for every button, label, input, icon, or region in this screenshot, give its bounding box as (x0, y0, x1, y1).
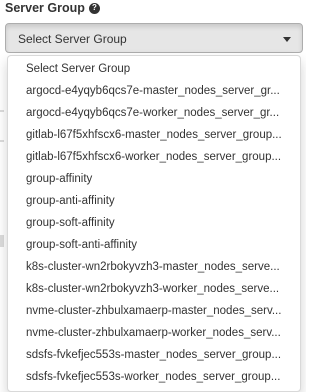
dropdown-option[interactable]: group-anti-affinity (8, 190, 300, 212)
background-divider (0, 110, 4, 112)
server-group-label: Server Group ? (5, 1, 100, 15)
dropdown-option[interactable]: nvme-cluster-zhbulxamaerp-worker_nodes_s… (8, 322, 300, 344)
question-circle-icon[interactable]: ? (88, 2, 100, 14)
caret-down-icon (283, 37, 291, 42)
dropdown-option[interactable]: Select Server Group (8, 58, 300, 80)
server-group-dropdown-menu: Select Server Group argocd-e4yqyb6qcs7e-m… (7, 55, 301, 392)
background-content (0, 235, 4, 247)
dropdown-option[interactable]: nvme-cluster-zhbulxamaerp-master_nodes_s… (8, 300, 300, 322)
dropdown-option[interactable]: group-affinity (8, 168, 300, 190)
server-group-select-value: Select Server Group (18, 32, 127, 46)
dropdown-option[interactable]: gitlab-l67f5xhfscx6-master_nodes_server_… (8, 124, 300, 146)
dropdown-option[interactable]: k8s-cluster-wn2rbokyvzh3-worker_nodes_se… (8, 278, 300, 300)
dropdown-option[interactable]: sdsfs-fvkefjec553s-worker_nodes_server_g… (8, 366, 300, 388)
dropdown-option[interactable]: sdsfs-fvkefjec553s-master_nodes_server_g… (8, 344, 300, 366)
dropdown-option[interactable]: argocd-e4yqyb6qcs7e-worker_nodes_server_… (8, 102, 300, 124)
dropdown-option[interactable]: group-soft-anti-affinity (8, 234, 300, 256)
dropdown-option[interactable]: gitlab-l67f5xhfscx6-worker_nodes_server_… (8, 146, 300, 168)
dropdown-option[interactable]: argocd-e4yqyb6qcs7e-master_nodes_server_… (8, 80, 300, 102)
background-divider (0, 140, 4, 142)
server-group-form: Server Group ? Select Server Group Selec… (0, 0, 306, 392)
server-group-select[interactable]: Select Server Group (5, 23, 303, 53)
dropdown-option[interactable]: group-soft-affinity (8, 212, 300, 234)
server-group-label-text: Server Group (5, 1, 85, 15)
dropdown-option[interactable]: k8s-cluster-wn2rbokyvzh3-master_nodes_se… (8, 256, 300, 278)
